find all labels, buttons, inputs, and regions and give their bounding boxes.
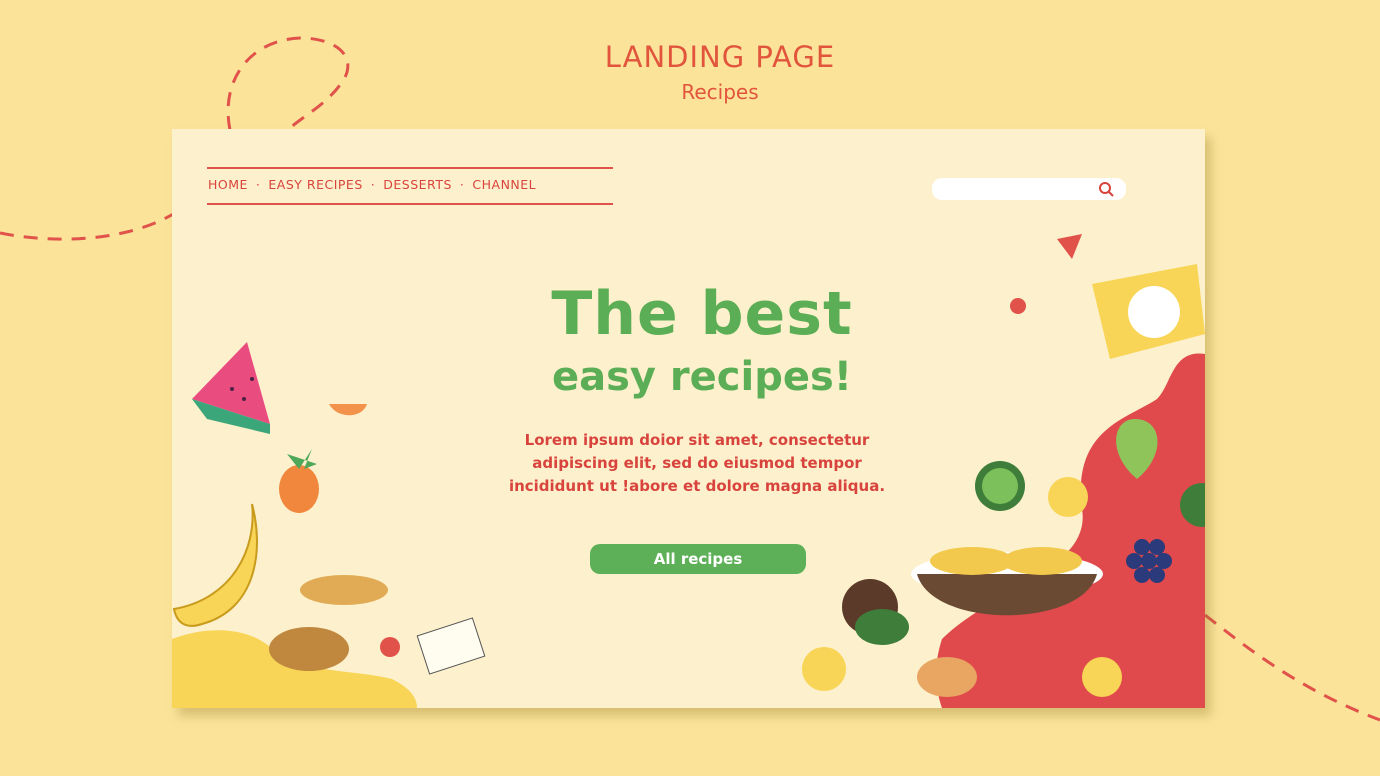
banana-slice-icon	[1082, 657, 1122, 697]
watermelon-icon	[192, 342, 270, 434]
chips-bag-icon	[1092, 264, 1205, 359]
banana-icon	[172, 503, 258, 627]
page-title: LANDING PAGE	[604, 40, 836, 74]
pineapple-icon	[279, 449, 319, 513]
banana-slice-icon	[802, 647, 846, 691]
almond-icon	[917, 657, 977, 697]
landing-card: HOME · EASY RECIPES · DESSERTS · CHANNEL…	[172, 129, 1205, 708]
strawberry-icon	[1057, 234, 1082, 259]
kiwi-icon	[855, 609, 909, 645]
cookie-icon	[300, 575, 388, 605]
cookie-icon	[269, 627, 349, 671]
sprinkles-jar-icon	[416, 617, 486, 675]
cherry-icon	[380, 637, 400, 657]
banana-slice-icon	[1048, 477, 1088, 517]
food-illustrations	[172, 234, 1205, 708]
page-subtitle: Recipes	[681, 80, 759, 104]
orange-slice-icon	[329, 404, 367, 416]
red-blob	[936, 353, 1205, 708]
cherry-icon	[1010, 298, 1026, 314]
